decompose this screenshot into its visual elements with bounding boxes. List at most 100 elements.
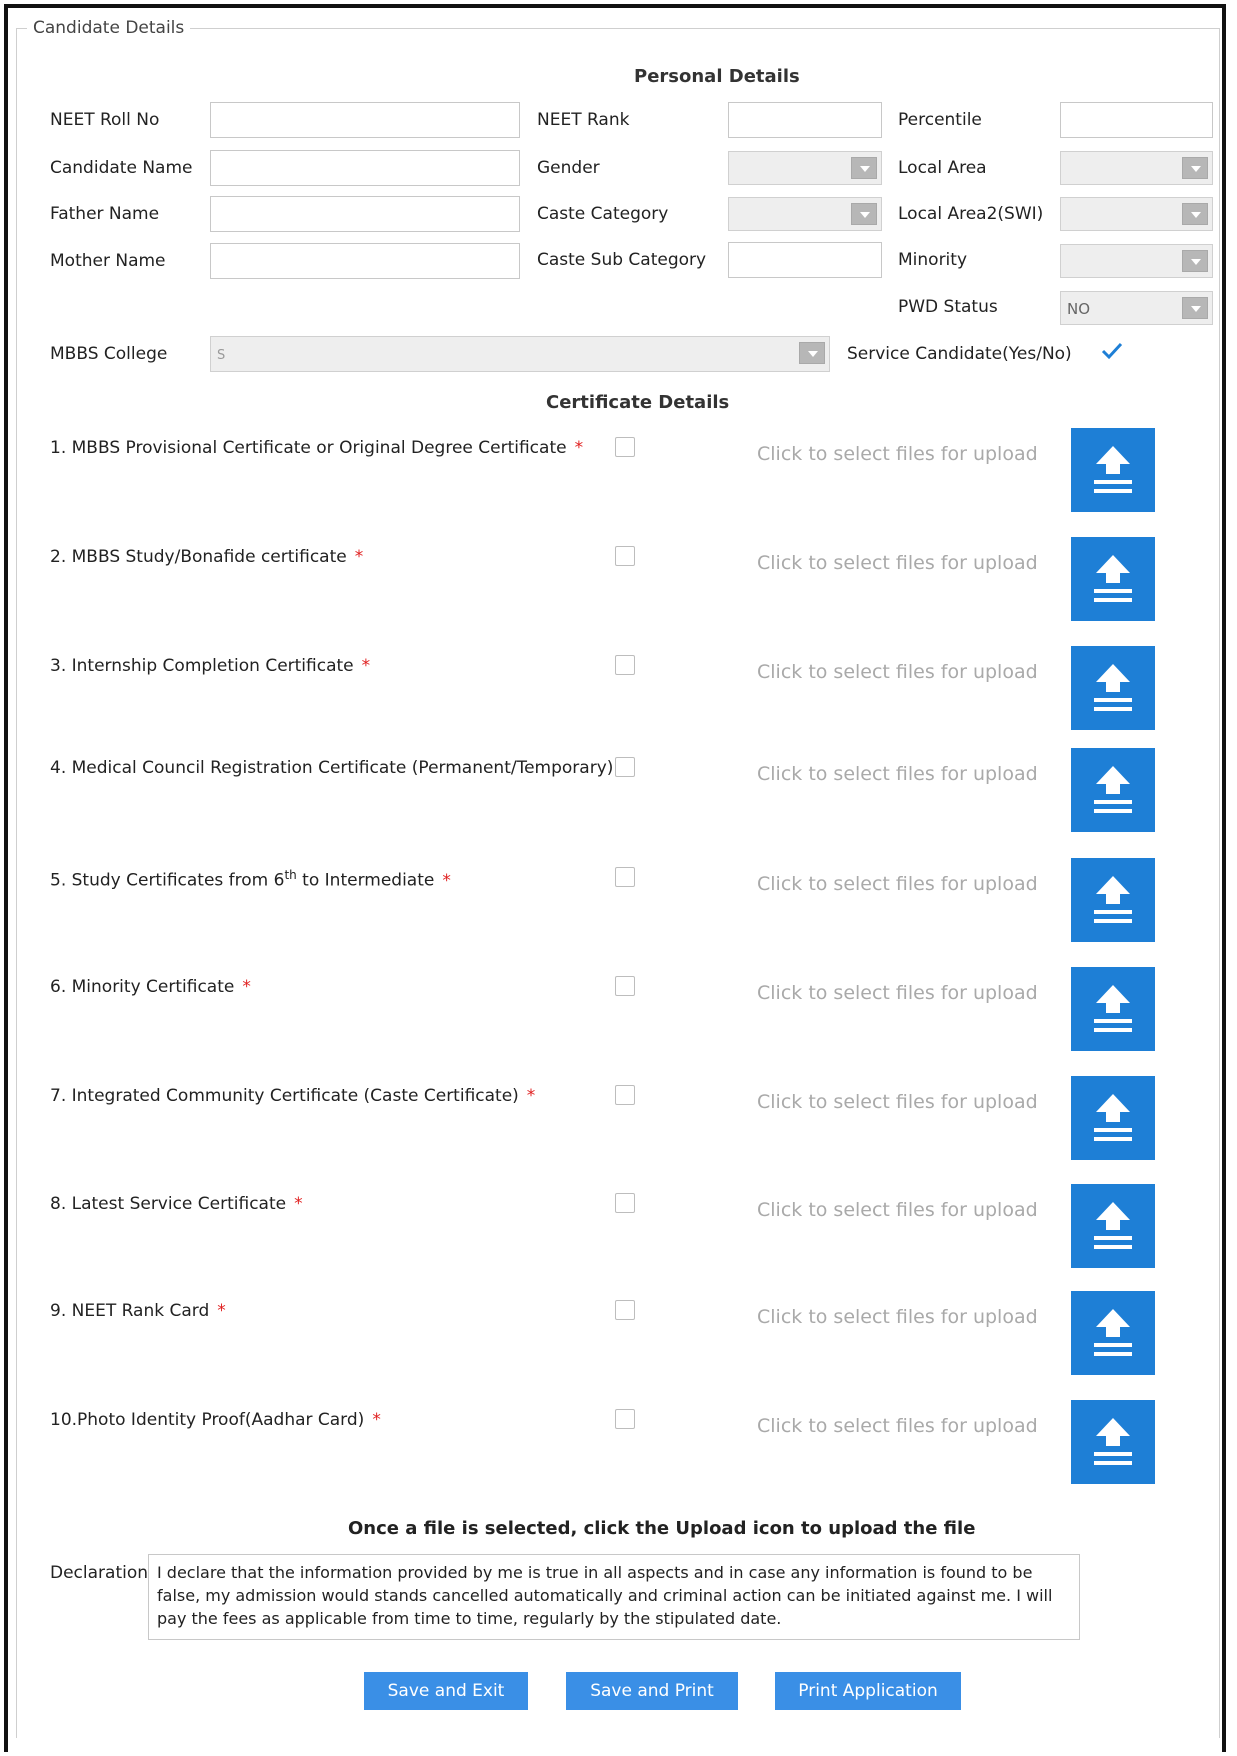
chevron-down-icon	[1182, 297, 1208, 319]
required-asterisk: *	[372, 1410, 381, 1430]
gender-select[interactable]	[728, 151, 882, 185]
upload-button[interactable]	[1071, 858, 1155, 942]
file-select-hint[interactable]: Click to select files for upload	[757, 1091, 1038, 1113]
chevron-down-icon	[1182, 157, 1208, 179]
mother-name-input[interactable]	[210, 243, 520, 279]
father-name-input[interactable]	[210, 196, 520, 232]
upload-icon	[1094, 876, 1132, 923]
upload-button[interactable]	[1071, 748, 1155, 832]
file-select-hint[interactable]: Click to select files for upload	[757, 552, 1038, 574]
certificate-label-text: 8. Latest Service Certificate	[50, 1194, 287, 1214]
file-select-hint[interactable]: Click to select files for upload	[757, 982, 1038, 1004]
local-area-select[interactable]	[1060, 151, 1213, 185]
upload-icon	[1094, 1309, 1132, 1356]
upload-button[interactable]	[1071, 1291, 1155, 1375]
certificate-label: 1. MBBS Provisional Certificate or Origi…	[50, 438, 583, 458]
upload-button[interactable]	[1071, 1184, 1155, 1268]
certificate-label-text: 10.Photo Identity Proof(Aadhar Card)	[50, 1410, 365, 1430]
personal-details-heading: Personal Details	[634, 66, 800, 87]
certificate-checkbox[interactable]	[615, 1193, 635, 1213]
certificate-checkbox[interactable]	[615, 1085, 635, 1105]
declaration-label: Declaration	[50, 1563, 149, 1583]
certificate-label-text: 1. MBBS Provisional Certificate or Origi…	[50, 438, 567, 458]
caste-sub-category-label: Caste Sub Category	[537, 250, 707, 270]
required-asterisk: *	[442, 870, 451, 891]
local-area2-select[interactable]	[1060, 197, 1213, 231]
certificate-label: 6. Minority Certificate *	[50, 977, 251, 997]
father-name-label: Father Name	[50, 204, 160, 224]
certificate-checkbox[interactable]	[615, 546, 635, 566]
required-asterisk: *	[217, 1301, 226, 1321]
certificate-label-text: 9. NEET Rank Card	[50, 1301, 210, 1321]
chevron-down-icon	[851, 157, 877, 179]
chevron-down-icon	[799, 342, 825, 364]
neet-roll-no-input[interactable]	[210, 102, 520, 138]
certificate-checkbox[interactable]	[615, 757, 635, 777]
pwd-status-select[interactable]: NO	[1060, 291, 1213, 325]
certificate-label: 5. Study Certificates from 6th to Interm…	[50, 868, 451, 891]
minority-select[interactable]	[1060, 244, 1213, 278]
percentile-label: Percentile	[898, 110, 982, 130]
certificate-checkbox[interactable]	[615, 437, 635, 457]
file-select-hint[interactable]: Click to select files for upload	[757, 661, 1038, 683]
certificate-checkbox[interactable]	[615, 1409, 635, 1429]
local-area2-label: Local Area2(SWI)	[898, 204, 1044, 224]
certificate-label: 4. Medical Council Registration Certific…	[50, 758, 630, 778]
mother-name-label: Mother Name	[50, 251, 166, 271]
service-candidate-checkbox[interactable]	[1100, 340, 1124, 362]
upload-button[interactable]	[1071, 1076, 1155, 1160]
required-asterisk: *	[574, 438, 584, 458]
upload-icon	[1094, 1094, 1132, 1141]
certificate-label-text: 2. MBBS Study/Bonafide certificate	[50, 547, 347, 567]
upload-icon	[1094, 446, 1132, 493]
certificate-label-text: 3. Internship Completion Certificate	[50, 656, 354, 676]
required-asterisk: *	[294, 1194, 303, 1214]
upload-button[interactable]	[1071, 646, 1155, 730]
caste-category-select[interactable]	[728, 197, 882, 231]
service-candidate-label: Service Candidate(Yes/No)	[847, 344, 1072, 364]
certificate-label-text: 6. Minority Certificate	[50, 977, 235, 997]
upload-note: Once a file is selected, click the Uploa…	[348, 1518, 976, 1539]
file-select-hint[interactable]: Click to select files for upload	[757, 1199, 1038, 1221]
gender-label: Gender	[537, 158, 600, 178]
certificate-label: 8. Latest Service Certificate *	[50, 1194, 303, 1214]
certificate-label: 2. MBBS Study/Bonafide certificate *	[50, 547, 363, 567]
upload-icon	[1094, 985, 1132, 1032]
neet-rank-input[interactable]	[728, 102, 882, 138]
percentile-input[interactable]	[1060, 102, 1213, 138]
caste-sub-category-input[interactable]	[728, 242, 882, 278]
minority-label: Minority	[898, 250, 968, 270]
pwd-status-label: PWD Status	[898, 297, 998, 317]
required-asterisk: *	[354, 547, 364, 567]
certificate-label: 10.Photo Identity Proof(Aadhar Card) *	[50, 1410, 381, 1430]
certificate-checkbox[interactable]	[615, 1300, 635, 1320]
upload-button[interactable]	[1071, 967, 1155, 1051]
certificate-checkbox[interactable]	[615, 867, 635, 887]
certificate-label-text: 4. Medical Council Registration Certific…	[50, 758, 614, 778]
candidate-name-input[interactable]	[210, 150, 520, 186]
file-select-hint[interactable]: Click to select files for upload	[757, 443, 1038, 465]
neet-roll-no-label: NEET Roll No	[50, 110, 160, 130]
save-and-exit-button[interactable]: Save and Exit	[364, 1672, 528, 1710]
chevron-down-icon	[1182, 250, 1208, 272]
upload-icon	[1094, 766, 1132, 813]
save-and-print-button[interactable]: Save and Print	[566, 1672, 738, 1710]
mbbs-college-select[interactable]: S	[210, 336, 830, 372]
print-application-button[interactable]: Print Application	[775, 1672, 961, 1710]
upload-button[interactable]	[1071, 428, 1155, 512]
file-select-hint[interactable]: Click to select files for upload	[757, 763, 1038, 785]
certificate-label-text: 7. Integrated Community Certificate (Cas…	[50, 1086, 519, 1106]
certificate-checkbox[interactable]	[615, 976, 635, 996]
upload-icon	[1094, 1202, 1132, 1249]
neet-rank-label: NEET Rank	[537, 110, 630, 130]
pwd-status-value: NO	[1067, 300, 1091, 318]
certificate-checkbox[interactable]	[615, 655, 635, 675]
certificate-label: 7. Integrated Community Certificate (Cas…	[50, 1086, 535, 1106]
certificate-label-prefix: 5. Study Certificates from 6	[50, 870, 285, 891]
file-select-hint[interactable]: Click to select files for upload	[757, 1306, 1038, 1328]
upload-button[interactable]	[1071, 537, 1155, 621]
required-asterisk: *	[242, 977, 251, 997]
file-select-hint[interactable]: Click to select files for upload	[757, 873, 1038, 895]
upload-button[interactable]	[1071, 1400, 1155, 1484]
file-select-hint[interactable]: Click to select files for upload	[757, 1415, 1038, 1437]
